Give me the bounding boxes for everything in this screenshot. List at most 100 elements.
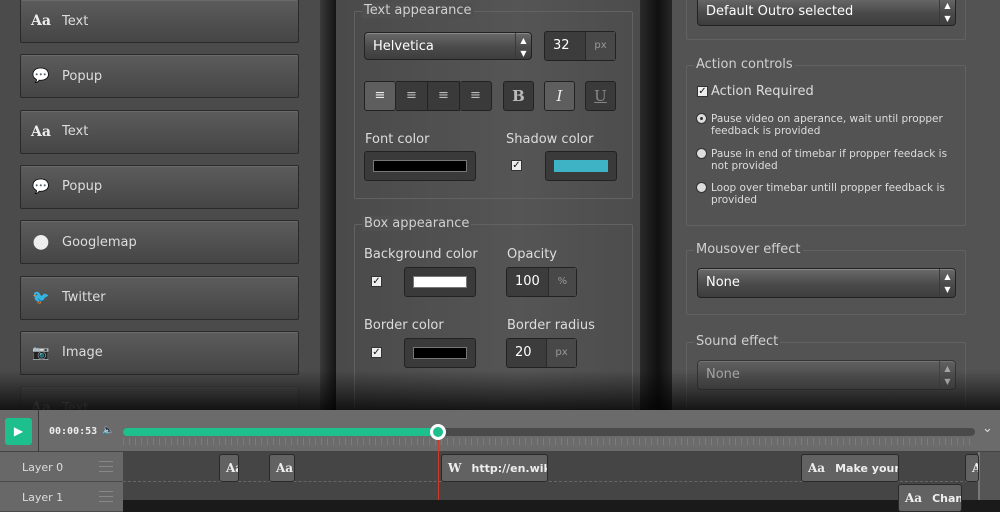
- shadow-checkbox[interactable]: ✓: [511, 160, 522, 171]
- popup-icon: 💬: [32, 68, 50, 85]
- camera-icon: 📷: [32, 344, 50, 361]
- radio-pause-on-appearance[interactable]: [696, 113, 707, 124]
- palette-item-label: Popup: [62, 68, 103, 84]
- border-color-swatch[interactable]: [404, 338, 476, 368]
- sound-label: Sound effect: [694, 334, 781, 349]
- time-display: 00:00:53: [49, 426, 98, 437]
- volume-icon[interactable]: 🔈: [102, 425, 114, 436]
- box-appearance-legend: Box appearance: [362, 216, 472, 231]
- outro-value: Default Outro selected: [706, 4, 854, 19]
- align-justify-button[interactable]: ≡: [460, 81, 492, 111]
- font-color-label: Font color: [365, 132, 430, 147]
- clip[interactable]: Aa: [965, 454, 979, 482]
- layer-label: Layer 0: [22, 461, 64, 474]
- opacity-value: 100: [515, 274, 540, 289]
- twitter-icon: 🐦: [32, 289, 50, 306]
- layer-row-0[interactable]: Layer 0: [0, 452, 123, 482]
- align-right-button[interactable]: ≡: [428, 81, 460, 111]
- clip-label: Make your: [835, 462, 899, 475]
- unit: %: [547, 268, 576, 296]
- mouseover-select[interactable]: None ▲ ▼: [697, 268, 956, 298]
- wikipedia-icon: W: [448, 461, 462, 475]
- radio-loop[interactable]: [696, 182, 707, 193]
- text-icon: Aa: [31, 123, 51, 140]
- action-controls-legend: Action controls: [694, 57, 795, 72]
- radius-value: 20: [515, 345, 532, 360]
- clip[interactable]: Whttp://en.wiki: [441, 454, 548, 482]
- palette-item-popup[interactable]: 💬 Popup: [20, 164, 299, 209]
- italic-button[interactable]: I: [544, 81, 575, 111]
- clip[interactable]: Aa Make your: [801, 454, 899, 482]
- palette-item-label: Text: [62, 13, 89, 29]
- background-color-label: Background color: [364, 247, 478, 262]
- shadow-color-label: Shadow color: [506, 132, 594, 147]
- clip[interactable]: Aa: [269, 454, 295, 482]
- text-appearance-legend: Text appearance: [362, 3, 474, 18]
- clip[interactable]: Aa: [219, 454, 239, 482]
- scrollbar[interactable]: [978, 452, 1000, 500]
- divider: [320, 0, 336, 410]
- opacity-input[interactable]: 100%: [506, 267, 577, 297]
- unit: px: [546, 339, 576, 367]
- mouseover-label: Mousover effect: [694, 242, 803, 257]
- font-color-swatch[interactable]: [364, 151, 476, 181]
- divider: [640, 0, 676, 410]
- select-arrows-icon: ▲ ▼: [939, 269, 955, 297]
- seek-progress: [123, 428, 439, 436]
- border-color-label: Border color: [364, 318, 444, 333]
- background-color-swatch[interactable]: [404, 267, 476, 297]
- text-icon: Aa: [972, 461, 978, 475]
- map-pin-icon: ⬤: [33, 234, 49, 251]
- text-icon: Aa: [276, 461, 294, 475]
- select-arrows-icon: ▲ ▼: [515, 33, 531, 59]
- clip[interactable]: Aa Chan: [898, 484, 962, 512]
- clip-label: Chan: [932, 492, 962, 505]
- palette-item-text[interactable]: Aa Text: [20, 0, 299, 43]
- sound-select[interactable]: None ▲ ▼: [697, 360, 956, 390]
- palette-item-label: Popup: [62, 179, 103, 195]
- font-size-input[interactable]: 32 px: [544, 31, 616, 61]
- border-radius-label: Border radius: [507, 318, 595, 333]
- border-checkbox[interactable]: ✓: [371, 347, 382, 358]
- align-center-button[interactable]: ≡: [396, 81, 428, 111]
- action-required-label: Action Required: [711, 84, 814, 99]
- play-button[interactable]: ▶: [5, 418, 32, 445]
- action-required-checkbox[interactable]: ✓: [697, 86, 708, 97]
- palette-item-label: Text: [62, 124, 89, 140]
- underline-button[interactable]: U: [585, 81, 616, 111]
- palette-item-image[interactable]: 📷 Image: [20, 330, 299, 375]
- text-icon: Aa: [226, 461, 238, 475]
- align-left-button[interactable]: ≡: [364, 81, 396, 111]
- palette-item-label: Twitter: [62, 290, 106, 305]
- select-arrows-icon: ▲ ▼: [939, 361, 955, 389]
- divider: [38, 410, 39, 452]
- drag-handle-icon[interactable]: [99, 461, 113, 472]
- palette-item-twitter[interactable]: 🐦 Twitter: [20, 275, 299, 320]
- shadow-color-swatch[interactable]: [545, 151, 617, 181]
- font-size-value: 32: [553, 38, 570, 53]
- opacity-label: Opacity: [507, 247, 558, 262]
- layer-row-1[interactable]: Layer 1: [0, 482, 123, 512]
- bold-button[interactable]: B: [503, 81, 534, 111]
- unit: px: [585, 32, 615, 60]
- drag-handle-icon[interactable]: [99, 491, 113, 502]
- font-value: Helvetica: [373, 39, 434, 54]
- radio-label: Loop over timebar untill propper feedbac…: [711, 182, 945, 206]
- outro-select[interactable]: Default Outro selected ▲ ▼: [697, 0, 956, 26]
- chevron-down-icon[interactable]: ⌄: [982, 421, 993, 436]
- palette-item-popup[interactable]: 💬 Popup: [20, 54, 299, 99]
- clip-label: http://en.wiki: [471, 462, 548, 475]
- palette-item-text[interactable]: Aa Text: [20, 109, 299, 154]
- text-icon: Aa: [31, 13, 51, 29]
- popup-icon: 💬: [32, 178, 50, 195]
- radio-label: Pause in end of timebar if propper feeda…: [711, 148, 948, 172]
- palette-item-googlemap[interactable]: ⬤ Googlemap: [20, 220, 299, 265]
- sound-value: None: [706, 367, 740, 382]
- background-checkbox[interactable]: ✓: [371, 276, 382, 287]
- radio-pause-end[interactable]: [696, 148, 707, 159]
- radio-label: Pause video on aperance, wait until prop…: [711, 113, 943, 137]
- palette-item-label: Googlemap: [62, 234, 137, 250]
- play-icon: ▶: [13, 424, 24, 438]
- font-family-select[interactable]: Helvetica ▲ ▼: [364, 32, 532, 60]
- border-radius-input[interactable]: 20 px: [506, 338, 577, 368]
